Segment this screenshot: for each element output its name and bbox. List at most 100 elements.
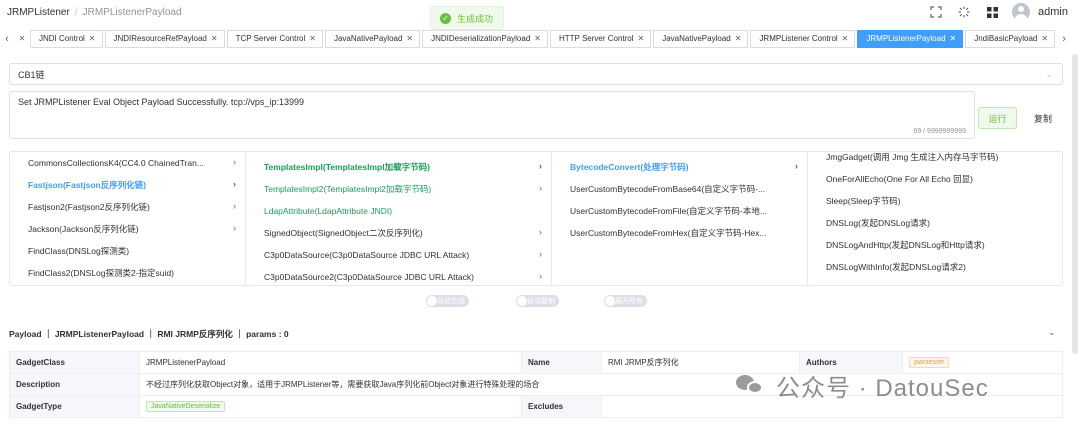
- auto-generate-switch[interactable]: 自动生成: [426, 295, 469, 307]
- chevron-right-icon: ›: [233, 157, 236, 167]
- cascader-column-bytecode: BytecodeConvert(处理字节码) › UserCustomByteco…: [552, 152, 808, 285]
- username[interactable]: admin: [1038, 6, 1068, 18]
- cascader-column-loaders: TemplatesImpl(TemplatesImpl加载字节码) › Templ…: [246, 152, 552, 285]
- cascader-option[interactable]: UserCustomBytecodeFromBase64(自定义字节码-...: [552, 178, 807, 200]
- description-label: Description: [9, 373, 140, 396]
- cascader-option[interactable]: UserCustomBytecodeFromHex(自定义字节码-Hex...: [552, 222, 807, 244]
- close-icon[interactable]: ✕: [211, 34, 218, 43]
- tab-tcp-server-control[interactable]: TCP Server Control ✕: [226, 29, 323, 48]
- tab-java-native-payload-2[interactable]: JavaNativePayload ✕: [653, 29, 749, 48]
- close-icon[interactable]: ✕: [950, 34, 957, 43]
- page-scrollbar[interactable]: [1072, 54, 1078, 354]
- gadget-type-tag: JavaNativeDeserialize: [146, 401, 226, 412]
- copy-button[interactable]: 复制: [1023, 107, 1063, 129]
- close-icon[interactable]: ✕: [735, 34, 742, 43]
- top-header: JRMPListener / JRMPListenerPayload admin: [0, 0, 1080, 26]
- excludes-label: Excludes: [521, 395, 602, 418]
- avatar[interactable]: [1012, 3, 1031, 21]
- expand-all-switch[interactable]: 展开所有: [604, 295, 647, 307]
- breadcrumb-current: JRMPListenerPayload: [82, 7, 182, 18]
- tab-scroll-right-icon[interactable]: ›: [1057, 29, 1071, 48]
- cascader-option[interactable]: OneForAllEcho(One For All Echo 回显): [808, 168, 1062, 190]
- cascader-option-selected[interactable]: TemplatesImpl(TemplatesImpl加载字节码) ›: [246, 156, 551, 178]
- close-icon[interactable]: ✕: [14, 30, 30, 48]
- watermark-text: 公众号 · DatouSec: [776, 374, 989, 402]
- tab-scroll-left-icon[interactable]: ‹: [0, 29, 14, 48]
- cascader-option[interactable]: CommonsCollectionsK4(CC4.0 ChainedTran..…: [10, 152, 245, 174]
- wechat-logo-icon: [736, 373, 766, 397]
- chevron-down-icon[interactable]: ⌄: [1048, 327, 1056, 338]
- chain-select-value: CB1链: [18, 69, 45, 80]
- chevron-down-icon: ⌄: [1045, 69, 1053, 79]
- gadget-type-label: GadgetType: [9, 395, 140, 418]
- close-icon[interactable]: ✕: [534, 34, 541, 43]
- auto-copy-switch[interactable]: 自动复制: [516, 295, 559, 307]
- cascader-option[interactable]: SignedObject(SignedObject二次反序列化) ›: [246, 222, 551, 244]
- payload-output-text: Set JRMPListener Eval Object Payload Suc…: [18, 97, 304, 107]
- tab-java-native-payload[interactable]: JavaNativePayload ✕: [324, 29, 421, 48]
- close-icon[interactable]: ✕: [406, 34, 413, 43]
- chain-select[interactable]: CB1链 ⌄: [9, 63, 1063, 85]
- cascader-column-gadgets: JmgGadget(调用 Jmg 生成注入内存马字节码) OneForAllEc…: [808, 152, 1062, 285]
- fullscreen-icon[interactable]: [922, 0, 950, 24]
- gadget-type-cell: JavaNativeDeserialize: [139, 395, 522, 418]
- chevron-right-icon: ›: [539, 249, 542, 259]
- close-icon[interactable]: ✕: [309, 34, 316, 43]
- breadcrumb-separator: /: [74, 7, 78, 18]
- cascader-option[interactable]: C3p0DataSource2(C3p0DataSource JDBC URL …: [246, 266, 551, 285]
- grid-menu-icon[interactable]: [978, 0, 1006, 24]
- check-circle-icon: ✓: [440, 12, 451, 24]
- tab-jrmp-listener-control[interactable]: JRMPListener Control ✕: [750, 29, 856, 48]
- gadget-cascader: CommonsCollectionsK4(CC4.0 ChainedTran..…: [9, 151, 1063, 286]
- tab-http-server-control[interactable]: HTTP Server Control ✕: [549, 29, 652, 48]
- tab-bar: ‹ ✕ JNDI Control ✕ JNDIResourceRefPayload…: [0, 29, 1080, 48]
- gadget-class-label: GadgetClass: [9, 351, 140, 374]
- tab-jndi-basic-payload[interactable]: JndiBasicPayload ✕: [965, 29, 1056, 48]
- chevron-right-icon: ›: [795, 161, 798, 171]
- author-tag: pwntester: [909, 357, 950, 368]
- cascader-option[interactable]: DNSLogAndHttp(发起DNSLog和Http请求): [808, 234, 1062, 256]
- tab-jrmp-listener-payload[interactable]: JRMPListenerPayload ✕: [857, 29, 964, 48]
- chevron-right-icon: ›: [539, 183, 542, 193]
- chevron-right-icon: ›: [233, 223, 236, 233]
- name-label: Name: [521, 351, 602, 374]
- cascader-option[interactable]: TemplatesImpl2(TemplatesImpl2加载字节码) ›: [246, 178, 551, 200]
- chevron-right-icon: ›: [233, 201, 236, 211]
- cascader-option[interactable]: FindClass2(DNSLog探测类2-指定suid): [10, 262, 245, 284]
- option-switches: 自动生成 自动复制 展开所有: [0, 295, 1080, 309]
- chevron-right-icon: ›: [233, 179, 236, 189]
- cascader-option[interactable]: UserCustomBytecodeFromFile(自定义字节码-本地...: [552, 200, 807, 222]
- cascader-option[interactable]: JmgGadget(调用 Jmg 生成注入内存马字节码): [808, 152, 1062, 168]
- cascader-option[interactable]: C3p0DataSource(C3p0DataSource JDBC URL A…: [246, 244, 551, 266]
- cascader-option-selected[interactable]: Fastjson(Fastjson反序列化链) ›: [10, 174, 245, 196]
- cascader-option[interactable]: DNSLogWithInfo(发起DNSLog请求2): [808, 256, 1062, 278]
- close-icon[interactable]: ✕: [842, 34, 849, 43]
- char-counter: 69 / 9999999999: [913, 128, 966, 135]
- payload-output-textarea[interactable]: Set JRMPListener Eval Object Payload Suc…: [9, 91, 975, 139]
- tab-jndi-control[interactable]: JNDI Control ✕: [30, 29, 103, 48]
- close-icon[interactable]: ✕: [1041, 34, 1048, 43]
- chevron-right-icon: ›: [539, 161, 542, 171]
- cascader-option[interactable]: Fastjson2(Fastjson2反序列化链) ›: [10, 196, 245, 218]
- tab-jndi-resource-ref-payload[interactable]: JNDIResourceRefPayload ✕: [104, 29, 225, 48]
- success-toast: ✓ 生成成功: [430, 6, 504, 30]
- cascader-option[interactable]: LdapAttribute(LdapAttribute JNDI): [246, 200, 551, 222]
- tab-jndi-deserialization-payload[interactable]: JNDIDeserializationPayload ✕: [422, 29, 548, 48]
- cascader-option[interactable]: DNSLog(发起DNSLog请求): [808, 212, 1062, 234]
- breadcrumb-root[interactable]: JRMPListener: [7, 7, 70, 18]
- watermark: 公众号 · DatouSec: [736, 370, 989, 402]
- breadcrumb: JRMPListener / JRMPListenerPayload: [7, 7, 182, 18]
- cascader-option[interactable]: FindClass(DNSLog探测类): [10, 240, 245, 262]
- theme-icon[interactable]: [950, 0, 978, 24]
- run-button[interactable]: 运行: [978, 107, 1017, 129]
- chevron-right-icon: ›: [539, 271, 542, 281]
- cascader-option[interactable]: Jackson(Jackson反序列化链) ›: [10, 218, 245, 240]
- gadget-class-value: JRMPListenerPayload: [139, 351, 522, 374]
- payload-detail-header: Payload ｜ JRMPListenerPayload ｜ RMI JRMP…: [9, 329, 289, 339]
- cascader-option[interactable]: Sleep(Sleep字节码): [808, 190, 1062, 212]
- cascader-option-selected[interactable]: BytecodeConvert(处理字节码) ›: [552, 156, 807, 178]
- cascader-column-chains: CommonsCollectionsK4(CC4.0 ChainedTran..…: [10, 152, 246, 285]
- chevron-right-icon: ›: [539, 227, 542, 237]
- close-icon[interactable]: ✕: [89, 34, 96, 43]
- close-icon[interactable]: ✕: [638, 34, 645, 43]
